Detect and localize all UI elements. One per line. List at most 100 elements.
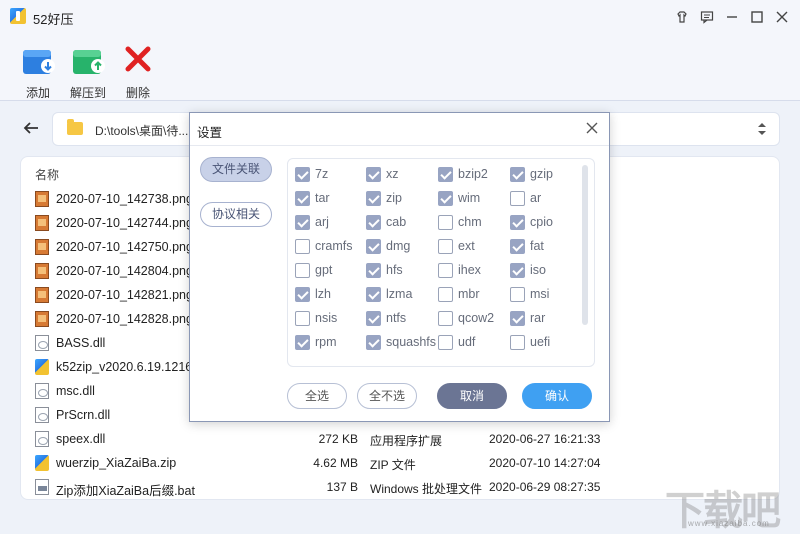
checkbox-box[interactable] bbox=[295, 190, 310, 206]
checkbox-box[interactable] bbox=[366, 214, 381, 230]
format-checkbox-ar[interactable]: ar bbox=[510, 189, 541, 207]
checkbox-box[interactable] bbox=[438, 286, 453, 302]
format-checkbox-gzip[interactable]: gzip bbox=[510, 165, 553, 183]
checkbox-box[interactable] bbox=[510, 334, 525, 350]
checkbox-box[interactable] bbox=[438, 262, 453, 278]
format-checkbox-udf[interactable]: udf bbox=[438, 333, 475, 351]
format-label: hfs bbox=[386, 263, 403, 277]
image-file-icon bbox=[35, 191, 49, 207]
format-checkbox-msi[interactable]: msi bbox=[510, 285, 549, 303]
checkbox-box[interactable] bbox=[510, 262, 525, 278]
format-checkbox-arj[interactable]: arj bbox=[295, 213, 329, 231]
checkbox-box[interactable] bbox=[295, 238, 310, 254]
format-checkbox-uefi[interactable]: uefi bbox=[510, 333, 550, 351]
confirm-button[interactable]: 确认 bbox=[522, 383, 592, 409]
format-checkbox-zip[interactable]: zip bbox=[366, 189, 402, 207]
checkbox-box[interactable] bbox=[438, 310, 453, 326]
checkbox-box[interactable] bbox=[438, 190, 453, 206]
format-checkbox-xz[interactable]: xz bbox=[366, 165, 399, 183]
checkbox-box[interactable] bbox=[366, 334, 381, 350]
file-name: wuerzip_XiaZaiBa.zip bbox=[56, 456, 177, 470]
tab-protocol[interactable]: 协议相关 bbox=[200, 202, 272, 227]
format-label: uefi bbox=[530, 335, 551, 349]
format-checkbox-gpt[interactable]: gpt bbox=[295, 261, 332, 279]
checkbox-box[interactable] bbox=[510, 190, 525, 206]
checkbox-box[interactable] bbox=[295, 334, 310, 350]
file-name: PrScrn.dll bbox=[56, 408, 111, 422]
format-checkbox-qcow2[interactable]: qcow2 bbox=[438, 309, 494, 327]
dialog-divider bbox=[190, 145, 609, 146]
select-all-button[interactable]: 全选 bbox=[287, 383, 347, 409]
format-checkbox-cab[interactable]: cab bbox=[366, 213, 406, 231]
format-checkbox-hfs[interactable]: hfs bbox=[366, 261, 403, 279]
image-file-icon bbox=[35, 311, 49, 327]
extract-button[interactable]: 解压到 bbox=[63, 42, 113, 101]
format-checkbox-cramfs[interactable]: cramfs bbox=[295, 237, 353, 255]
format-checkbox-fat[interactable]: fat bbox=[510, 237, 544, 255]
format-checkbox-bzip2[interactable]: bzip2 bbox=[438, 165, 488, 183]
format-checkbox-lzma[interactable]: lzma bbox=[366, 285, 412, 303]
format-checkbox-ext[interactable]: ext bbox=[438, 237, 475, 255]
delete-button[interactable]: 删除 bbox=[113, 42, 163, 101]
checkbox-box[interactable] bbox=[366, 166, 381, 182]
format-checkbox-lzh[interactable]: lzh bbox=[295, 285, 331, 303]
format-checkbox-squashfs[interactable]: squashfs bbox=[366, 333, 436, 351]
feedback-icon[interactable] bbox=[697, 7, 717, 27]
minimize-icon[interactable] bbox=[722, 7, 742, 27]
checkbox-box[interactable] bbox=[295, 214, 310, 230]
column-header-name[interactable]: 名称 bbox=[35, 166, 59, 183]
format-label: nsis bbox=[315, 311, 338, 325]
checkbox-box[interactable] bbox=[438, 334, 453, 350]
format-label: squashfs bbox=[386, 335, 437, 349]
checkbox-box[interactable] bbox=[295, 262, 310, 278]
tab-file-association[interactable]: 文件关联 bbox=[200, 157, 272, 182]
checkbox-box[interactable] bbox=[510, 310, 525, 326]
file-type: ZIP 文件 bbox=[370, 458, 416, 472]
format-label: cab bbox=[386, 215, 407, 229]
sort-updown-icon[interactable] bbox=[753, 120, 771, 138]
format-checkbox-cpio[interactable]: cpio bbox=[510, 213, 553, 231]
format-checkbox-chm[interactable]: chm bbox=[438, 213, 482, 231]
checkbox-box[interactable] bbox=[438, 166, 453, 182]
format-checkbox-wim[interactable]: wim bbox=[438, 189, 480, 207]
format-checkbox-tar[interactable]: tar bbox=[295, 189, 330, 207]
checkbox-box[interactable] bbox=[510, 286, 525, 302]
format-checkbox-ntfs[interactable]: ntfs bbox=[366, 309, 406, 327]
scrollbar[interactable] bbox=[582, 165, 588, 325]
checkbox-box[interactable] bbox=[295, 310, 310, 326]
format-checkbox-ihex[interactable]: ihex bbox=[438, 261, 481, 279]
format-checkbox-dmg[interactable]: dmg bbox=[366, 237, 410, 255]
checkbox-box[interactable] bbox=[295, 166, 310, 182]
maximize-icon[interactable] bbox=[747, 7, 767, 27]
back-arrow-icon[interactable] bbox=[20, 117, 42, 139]
format-label: mbr bbox=[458, 287, 480, 301]
checkbox-box[interactable] bbox=[438, 214, 453, 230]
format-checkbox-7z[interactable]: 7z bbox=[295, 165, 328, 183]
checkbox-box[interactable] bbox=[295, 286, 310, 302]
file-name: 2020-07-10_142738.png bbox=[56, 192, 193, 206]
checkbox-box[interactable] bbox=[510, 166, 525, 182]
file-date: 2020-06-27 16:21:33 bbox=[489, 432, 601, 446]
format-checkbox-mbr[interactable]: mbr bbox=[438, 285, 480, 303]
checkbox-box[interactable] bbox=[366, 190, 381, 206]
format-checkbox-rar[interactable]: rar bbox=[510, 309, 545, 327]
select-none-button[interactable]: 全不选 bbox=[357, 383, 417, 409]
skin-icon[interactable] bbox=[672, 7, 692, 27]
checkbox-box[interactable] bbox=[438, 238, 453, 254]
format-label: gzip bbox=[530, 167, 553, 181]
format-checkbox-iso[interactable]: iso bbox=[510, 261, 546, 279]
cancel-button[interactable]: 取消 bbox=[437, 383, 507, 409]
format-checkbox-rpm[interactable]: rpm bbox=[295, 333, 337, 351]
dialog-close-icon[interactable] bbox=[585, 121, 599, 135]
checkbox-box[interactable] bbox=[510, 214, 525, 230]
file-row[interactable]: speex.dll 272 KB 应用程序扩展 2020-06-27 16:21:33 bbox=[21, 427, 779, 451]
file-row[interactable]: wuerzip_XiaZaiBa.zip 4.62 MB ZIP 文件 2020-07… bbox=[21, 451, 779, 475]
add-button[interactable]: 添加 bbox=[13, 42, 63, 101]
checkbox-box[interactable] bbox=[366, 286, 381, 302]
close-icon[interactable] bbox=[772, 7, 792, 27]
checkbox-box[interactable] bbox=[366, 310, 381, 326]
checkbox-box[interactable] bbox=[510, 238, 525, 254]
checkbox-box[interactable] bbox=[366, 262, 381, 278]
checkbox-box[interactable] bbox=[366, 238, 381, 254]
format-checkbox-nsis[interactable]: nsis bbox=[295, 309, 337, 327]
